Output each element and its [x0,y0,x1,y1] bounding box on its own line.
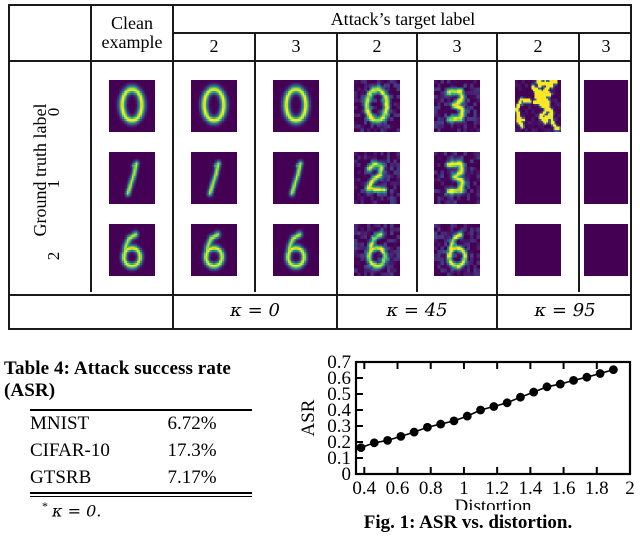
header-target-2: 2 [372,35,382,56]
asr-vs-distortion-chart: 00.10.20.30.40.50.60.70.4 0.6 0.8 1 1.2 1.4 1.… [300,352,635,510]
x-axis-tick-label: 1.8 [585,478,609,499]
clean-digit-1 [109,152,155,204]
adv-digit-0-k45-target3 [434,80,480,132]
clean-digit-0 [109,80,155,132]
adv-digit-1-k95-target3 [584,152,628,204]
data-point-marker [502,398,512,408]
x-axis-tick-label: 0.6 [386,478,410,499]
kappa-group-1: κ = 45 [386,299,448,321]
header-target-0: 2 [209,35,219,56]
row-label-1: 1 [44,179,63,189]
adv-digit-2-k45-target2 [354,224,400,276]
x-axis-title: Distortion [454,496,532,510]
table4-grid: MNIST 6.72% CIFAR-10 17.3% GTSRB 7.17% *… [30,408,252,521]
data-point-marker [608,365,618,375]
adv-digit-0-k0-target2 [191,80,237,132]
data-point-marker [409,427,419,437]
table4-footnote-marker: * [42,498,48,513]
adversarial-examples-figure-table: Clean example Attack’s target label 2 3 … [8,4,632,330]
data-point-marker [516,392,525,402]
adv-digit-0-k95-target3 [584,80,628,132]
adv-digit-0-k95-target2 [515,80,561,132]
data-point-marker [542,382,552,392]
data-point-marker [582,372,592,382]
adv-digit-1-k45-target3 [434,152,480,204]
adv-digit-1-k95-target2 [515,152,561,204]
data-point-marker [356,443,366,452]
adv-digit-2-k0-target2 [191,224,237,276]
figure1-block: 0 0.1 0.2 0.3 0.4 0.5 0.6 0.7 0.4 0.6 0.8 1 1.2 1.4 1.… [300,352,636,544]
adv-digit-0-k45-target2 [354,80,400,132]
table-vline-5 [416,32,418,292]
table4-asr-1: 17.3% [167,439,217,461]
table4-asr-0: 6.72% [167,412,217,434]
header-target-3: 3 [452,35,462,56]
kappa-group-2: κ = 95 [534,299,596,321]
data-point-marker [383,436,392,445]
table-row: CIFAR-10 17.3% [30,438,252,465]
table-row: GTSRB 7.17% [30,465,252,492]
header-clean-example-line1: Clean [111,13,153,34]
table-vline-3 [254,32,256,292]
data-point-marker [369,438,379,448]
data-point-marker [423,422,432,432]
table-row: MNIST 6.72% [30,411,252,438]
table4-dataset-1: CIFAR-10 [30,439,110,461]
x-axis-tick-label: 2 [625,478,635,499]
table4-dataset-0: MNIST [30,412,90,434]
table-vline-7 [578,32,580,292]
header-target-5: 3 [601,35,611,56]
table4-block: Table 4: Attack success rate (ASR) MNIST… [4,358,276,521]
table4-body: MNIST 6.72% CIFAR-10 17.3% GTSRB 7.17% [30,411,252,492]
row-label-2: 2 [44,251,63,261]
data-point-marker [569,376,578,385]
adv-digit-2-k0-target3 [273,224,319,276]
table4-asr-2: 7.17% [167,466,217,488]
header-target-4: 2 [533,35,543,56]
x-axis-tick-label: 0.8 [419,478,443,499]
header-attack-target-label: Attack’s target label [330,8,476,29]
table4-dataset-2: GTSRB [30,466,92,488]
data-point-marker [529,387,539,397]
table4-footnote-text: κ = 0. [52,501,102,521]
data-point-marker [462,411,472,421]
data-point-marker [555,379,565,389]
data-point-marker [595,369,605,378]
figure1-caption: Fig. 1: ASR vs. distortion. [363,512,573,533]
table-vline-4 [336,32,338,328]
header-target-1: 3 [291,35,301,56]
table-vline-6 [496,32,498,328]
x-axis-tick-label: 1.6 [552,478,576,499]
adv-digit-1-k0-target2 [191,152,237,204]
clean-digit-2 [109,224,155,276]
header-clean-example-line2: example [101,32,163,52]
x-axis-tick-label: 0.4 [352,478,376,499]
y-axis-title: ASR [300,399,319,436]
table4-caption: Table 4: Attack success rate (ASR) [4,358,231,402]
table4-table: MNIST 6.72% CIFAR-10 17.3% GTSRB 7.17% [30,411,252,492]
data-point-marker [396,432,406,441]
adv-digit-2-k45-target3 [434,224,480,276]
row-label-0: 0 [44,107,63,117]
header-clean-example: Clean example [92,6,172,60]
data-point-marker [489,402,499,411]
data-point-marker [449,416,459,426]
table-hline-below-header [10,60,630,62]
kappa-group-0: κ = 0 [230,299,280,321]
table4-footnote: * κ = 0. [30,497,252,521]
adv-digit-1-k0-target3 [273,152,319,204]
adv-digit-1-k45-target2 [354,152,400,204]
adv-digit-2-k95-target2 [515,224,561,276]
adv-digit-0-k0-target3 [273,80,319,132]
adv-digit-2-k95-target3 [584,224,628,276]
y-axis-tick-label: 0.7 [327,352,351,373]
data-point-marker [476,405,485,415]
data-point-marker [436,419,446,429]
